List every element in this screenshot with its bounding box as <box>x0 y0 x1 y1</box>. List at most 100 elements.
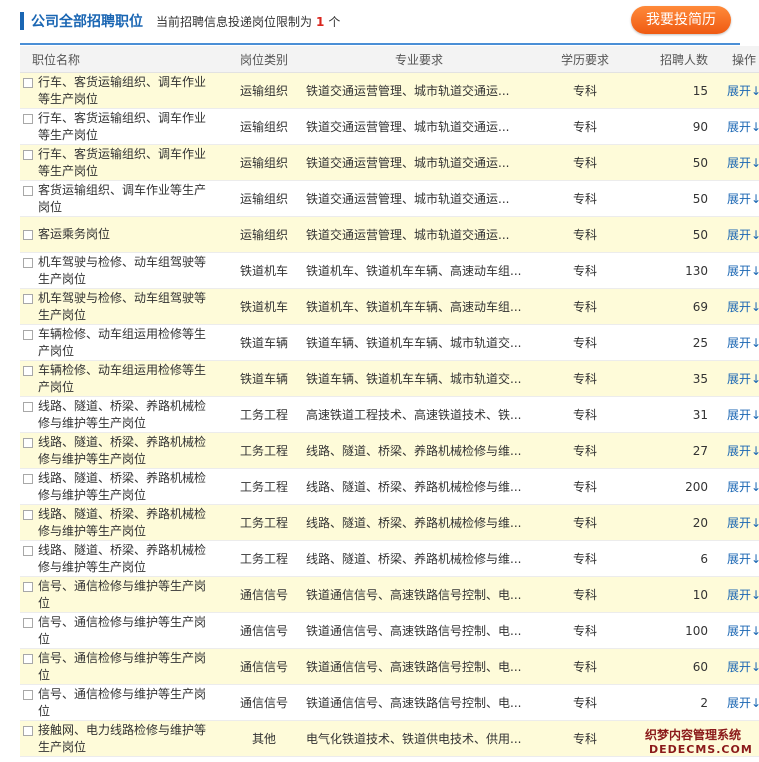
job-table: 职位名称 岗位类别 专业要求 学历要求 招聘人数 操作 行车、客货运输组织、调车… <box>20 46 759 757</box>
job-name-cell: 行车、客货运输组织、调车作业等生产岗位 <box>20 72 232 109</box>
expand-link[interactable]: 展开↓ <box>727 660 759 674</box>
expand-link[interactable]: 展开↓ <box>727 696 759 710</box>
row-checkbox[interactable] <box>23 113 33 124</box>
job-name: 信号、通信检修与维护等生产岗位 <box>38 650 207 682</box>
major-cell: 电气化铁道技术、铁道供电技术、供用... <box>296 720 542 757</box>
job-category: 铁道机车 <box>232 288 296 325</box>
education-requirement: 专科 <box>542 72 628 109</box>
action-cell: 展开↓ <box>722 540 759 577</box>
job-name-cell: 车辆检修、动车组运用检修等生产岗位 <box>20 360 232 397</box>
row-checkbox[interactable] <box>23 545 33 556</box>
row-checkbox[interactable] <box>23 149 33 160</box>
hiring-count: 6 <box>628 540 722 577</box>
expand-link[interactable]: 展开↓ <box>727 372 759 386</box>
page-title: 公司全部招聘职位 <box>31 14 143 30</box>
major-cell: 高速铁道工程技术、高速铁道技术、铁... <box>296 396 542 433</box>
column-header-count: 招聘人数 <box>628 46 722 73</box>
row-checkbox[interactable] <box>23 77 33 88</box>
job-name: 行车、客货运输组织、调车作业等生产岗位 <box>38 74 207 106</box>
job-name: 线路、隧道、桥梁、养路机械检修与维护等生产岗位 <box>38 542 207 574</box>
hiring-count: 130 <box>628 252 722 289</box>
row-checkbox[interactable] <box>23 473 33 484</box>
job-name-wrap: 机车驾驶与检修、动车组驾驶等生产岗位 <box>20 290 232 324</box>
expand-link[interactable]: 展开↓ <box>727 624 759 638</box>
row-checkbox[interactable] <box>23 257 33 268</box>
hiring-count: 200 <box>628 468 722 505</box>
education-requirement: 专科 <box>542 576 628 613</box>
row-checkbox[interactable] <box>23 617 33 628</box>
expand-link[interactable]: 展开↓ <box>727 588 759 602</box>
action-cell: 展开↓ <box>722 576 759 613</box>
hiring-count: 25 <box>628 324 722 361</box>
column-header-education: 学历要求 <box>542 46 628 73</box>
expand-link[interactable]: 展开↓ <box>727 552 759 566</box>
expand-link[interactable]: 展开↓ <box>727 84 759 98</box>
table-row: 线路、隧道、桥梁、养路机械检修与维护等生产岗位 工务工程 线路、隧道、桥梁、养路机械… <box>20 504 759 541</box>
job-category: 工务工程 <box>232 468 296 505</box>
major-requirement: 铁道交通运营管理、城市轨道交通运... <box>306 156 510 170</box>
row-checkbox[interactable] <box>23 401 33 412</box>
education-requirement: 专科 <box>542 216 628 253</box>
column-header-category: 岗位类别 <box>232 46 296 73</box>
hiring-count: 27 <box>628 432 722 469</box>
major-cell: 铁道交通运营管理、城市轨道交通运... <box>296 144 542 181</box>
job-category: 通信信号 <box>232 612 296 649</box>
column-header-name: 职位名称 <box>20 46 232 73</box>
table-row: 信号、通信检修与维护等生产岗位 通信信号 铁道通信信号、高速铁路信号控制、电... 专… <box>20 576 759 613</box>
row-checkbox[interactable] <box>23 725 33 736</box>
job-category: 铁道车辆 <box>232 360 296 397</box>
submit-resume-button[interactable]: 我要投简历 <box>631 6 731 34</box>
job-name: 线路、隧道、桥梁、养路机械检修与维护等生产岗位 <box>38 434 207 466</box>
row-checkbox[interactable] <box>23 329 33 340</box>
action-cell: 展开↓ <box>722 72 759 109</box>
row-checkbox[interactable] <box>23 293 33 304</box>
major-cell: 铁道通信信号、高速铁路信号控制、电... <box>296 612 542 649</box>
expand-link[interactable]: 展开↓ <box>727 444 759 458</box>
row-checkbox[interactable] <box>23 581 33 592</box>
job-name-wrap: 接触网、电力线路检修与维护等生产岗位 <box>20 722 232 756</box>
major-requirement: 电气化铁道技术、铁道供电技术、供用... <box>306 732 522 746</box>
job-name: 信号、通信检修与维护等生产岗位 <box>38 614 207 646</box>
notice-count: 1 <box>316 15 325 29</box>
job-name-cell: 线路、隧道、桥梁、养路机械检修与维护等生产岗位 <box>20 396 232 433</box>
row-checkbox[interactable] <box>23 230 33 240</box>
job-name-cell: 机车驾驶与检修、动车组驾驶等生产岗位 <box>20 252 232 289</box>
header-divider <box>20 43 740 45</box>
major-requirement: 铁道机车、铁道机车车辆、高速动车组... <box>306 300 522 314</box>
page-header: 公司全部招聘职位 当前招聘信息投递岗位限制为 1 个 我要投简历 <box>0 0 759 44</box>
row-checkbox[interactable] <box>23 653 33 664</box>
expand-link[interactable]: 展开↓ <box>727 516 759 530</box>
expand-link[interactable]: 展开↓ <box>727 480 759 494</box>
table-row: 信号、通信检修与维护等生产岗位 通信信号 铁道通信信号、高速铁路信号控制、电... 专… <box>20 684 759 721</box>
expand-link[interactable]: 展开↓ <box>727 336 759 350</box>
row-checkbox[interactable] <box>23 437 33 448</box>
job-category: 运输组织 <box>232 108 296 145</box>
job-name-cell: 线路、隧道、桥梁、养路机械检修与维护等生产岗位 <box>20 432 232 469</box>
row-checkbox[interactable] <box>23 509 33 520</box>
education-requirement: 专科 <box>542 612 628 649</box>
job-category: 运输组织 <box>232 216 296 253</box>
job-name: 客货运输组织、调车作业等生产岗位 <box>38 182 207 214</box>
row-checkbox[interactable] <box>23 689 33 700</box>
education-requirement: 专科 <box>542 540 628 577</box>
expand-link[interactable]: 展开↓ <box>727 408 759 422</box>
expand-link[interactable]: 展开↓ <box>727 156 759 170</box>
job-name-wrap: 信号、通信检修与维护等生产岗位 <box>20 614 232 648</box>
job-name: 行车、客货运输组织、调车作业等生产岗位 <box>38 146 207 178</box>
expand-link[interactable]: 展开↓ <box>727 228 759 242</box>
table-row: 线路、隧道、桥梁、养路机械检修与维护等生产岗位 工务工程 线路、隧道、桥梁、养路机械… <box>20 540 759 577</box>
action-cell: 展开↓ <box>722 468 759 505</box>
major-requirement: 铁道交通运营管理、城市轨道交通运... <box>306 192 510 206</box>
major-cell: 铁道机车、铁道机车车辆、高速动车组... <box>296 288 542 325</box>
job-name-wrap: 线路、隧道、桥梁、养路机械检修与维护等生产岗位 <box>20 542 232 576</box>
hiring-count: 100 <box>628 612 722 649</box>
job-category: 运输组织 <box>232 72 296 109</box>
major-requirement: 线路、隧道、桥梁、养路机械检修与维... <box>306 516 522 530</box>
expand-link[interactable]: 展开↓ <box>727 300 759 314</box>
row-checkbox[interactable] <box>23 185 33 196</box>
expand-link[interactable]: 展开↓ <box>727 264 759 278</box>
expand-link[interactable]: 展开↓ <box>727 120 759 134</box>
row-checkbox[interactable] <box>23 365 33 376</box>
major-cell: 线路、隧道、桥梁、养路机械检修与维... <box>296 540 542 577</box>
expand-link[interactable]: 展开↓ <box>727 192 759 206</box>
